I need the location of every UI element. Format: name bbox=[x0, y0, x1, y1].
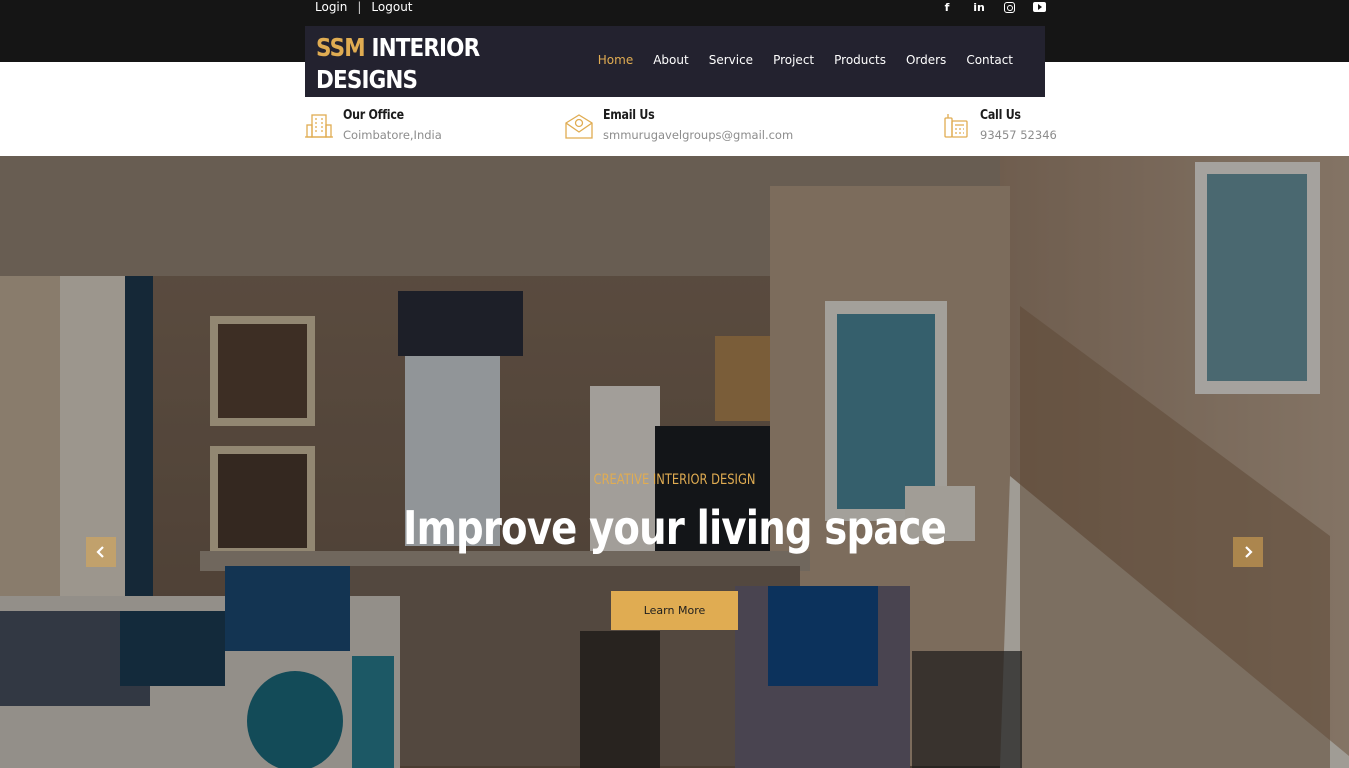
instagram-icon[interactable] bbox=[1004, 1, 1015, 13]
nav-products[interactable]: Products bbox=[834, 53, 886, 67]
hero-subtitle: CREATIVE INTERIOR DESIGN bbox=[593, 472, 756, 488]
logo-accent: SSM bbox=[316, 33, 366, 62]
auth-separator: | bbox=[357, 0, 362, 14]
office-title: Our Office bbox=[343, 108, 404, 123]
chevron-left-icon bbox=[96, 546, 104, 558]
nav-menu: Home About Service Project Products Orde… bbox=[598, 53, 1013, 67]
hero-slider: CREATIVE INTERIOR DESIGN Improve your li… bbox=[0, 156, 1349, 768]
site-logo[interactable]: SSM INTERIOR DESIGNS bbox=[316, 32, 488, 96]
email-value[interactable]: smmurugavelgroups@gmail.com bbox=[603, 128, 793, 142]
linkedin-icon[interactable]: in bbox=[972, 0, 986, 14]
youtube-icon[interactable] bbox=[1033, 2, 1046, 12]
call-value[interactable]: 93457 52346 bbox=[980, 128, 1057, 142]
social-links: f in bbox=[940, 0, 1046, 14]
carousel-prev-button[interactable] bbox=[86, 537, 116, 567]
main-navbar: SSM INTERIOR DESIGNS Home About Service … bbox=[305, 26, 1045, 97]
learn-more-button[interactable]: Learn More bbox=[611, 591, 738, 630]
auth-links: Login | Logout bbox=[315, 0, 413, 14]
info-call: Call Us 93457 52346 bbox=[942, 108, 1057, 142]
nav-orders[interactable]: Orders bbox=[906, 53, 946, 67]
hero-overlay bbox=[0, 156, 1349, 768]
nav-project[interactable]: Project bbox=[773, 53, 814, 67]
hero-title: Improve your living space bbox=[403, 501, 947, 555]
email-title: Email Us bbox=[603, 108, 655, 123]
phone-icon bbox=[944, 114, 968, 138]
info-office: Our Office Coimbatore,India bbox=[305, 108, 442, 142]
building-icon bbox=[305, 114, 333, 138]
logout-link[interactable]: Logout bbox=[371, 0, 412, 14]
facebook-icon[interactable]: f bbox=[940, 0, 954, 14]
info-email: Email Us smmurugavelgroups@gmail.com bbox=[565, 108, 793, 142]
nav-about[interactable]: About bbox=[653, 53, 688, 67]
envelope-icon bbox=[565, 114, 593, 139]
chevron-right-icon bbox=[1245, 546, 1253, 558]
nav-service[interactable]: Service bbox=[709, 53, 753, 67]
nav-contact[interactable]: Contact bbox=[966, 53, 1013, 67]
login-link[interactable]: Login bbox=[315, 0, 347, 14]
call-title: Call Us bbox=[980, 108, 1021, 123]
carousel-next-button[interactable] bbox=[1233, 537, 1263, 567]
office-value: Coimbatore,India bbox=[343, 128, 442, 142]
nav-home[interactable]: Home bbox=[598, 53, 633, 67]
